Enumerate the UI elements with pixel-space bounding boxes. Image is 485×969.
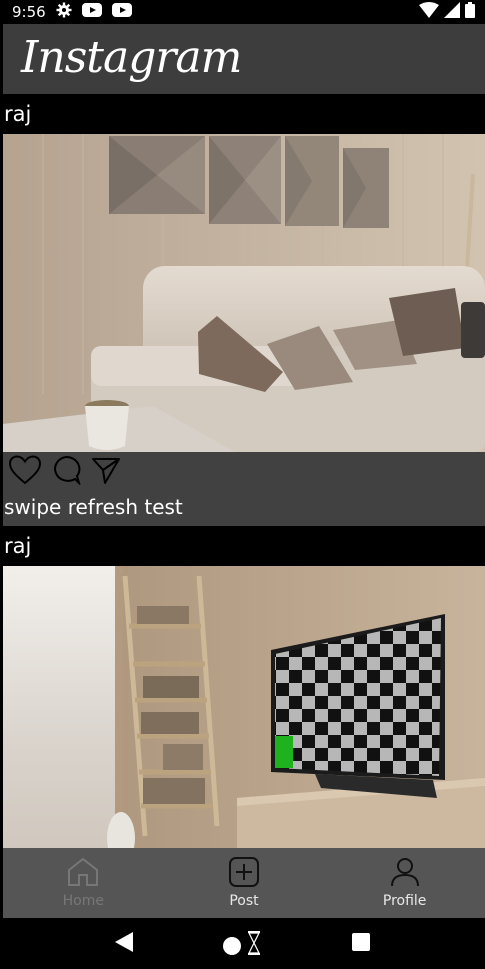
battery-icon — [465, 2, 475, 22]
post-image[interactable] — [3, 566, 485, 848]
post-username[interactable]: raj — [3, 526, 485, 566]
nav-profile-label: Profile — [382, 893, 427, 909]
share-send-icon[interactable] — [91, 455, 121, 489]
post-actions — [3, 452, 485, 492]
nav-post[interactable]: Post — [174, 857, 314, 909]
status-time: 9:56 — [12, 3, 46, 21]
app-screen: 9:56 Instagram raj swipe refresh test ra… — [0, 0, 485, 969]
post-card: raj — [3, 526, 485, 848]
profile-icon — [389, 857, 421, 891]
nav-home[interactable]: Home — [13, 857, 153, 909]
nav-home-label: Home — [62, 893, 104, 909]
post-caption: swipe refresh test — [3, 492, 485, 526]
system-navigation-bar — [0, 918, 485, 969]
recents-icon[interactable] — [352, 932, 371, 955]
post-card: raj — [3, 94, 485, 526]
home-icon — [67, 857, 99, 891]
home-circle-icon[interactable] — [222, 929, 262, 959]
feed-list[interactable]: raj swipe refresh test raj — [3, 94, 485, 848]
youtube-notification-icon — [81, 3, 102, 21]
settings-gear-icon — [56, 2, 72, 22]
status-bar: 9:56 — [0, 0, 485, 24]
post-image[interactable] — [3, 134, 485, 452]
post-username[interactable]: raj — [3, 94, 485, 134]
bottom-navigation: Home Post Profile — [3, 848, 485, 918]
cellular-signal-icon — [444, 2, 460, 22]
add-post-icon — [228, 857, 260, 891]
app-header: Instagram — [3, 24, 485, 94]
back-icon[interactable] — [114, 931, 133, 956]
nav-post-label: Post — [229, 893, 259, 909]
nav-profile[interactable]: Profile — [335, 857, 475, 909]
youtube-notification-icon-2 — [111, 3, 132, 21]
comment-bubble-icon[interactable] — [51, 455, 82, 489]
like-heart-icon[interactable] — [8, 455, 42, 489]
wifi-icon — [419, 2, 439, 22]
instagram-logo: Instagram — [21, 31, 242, 83]
